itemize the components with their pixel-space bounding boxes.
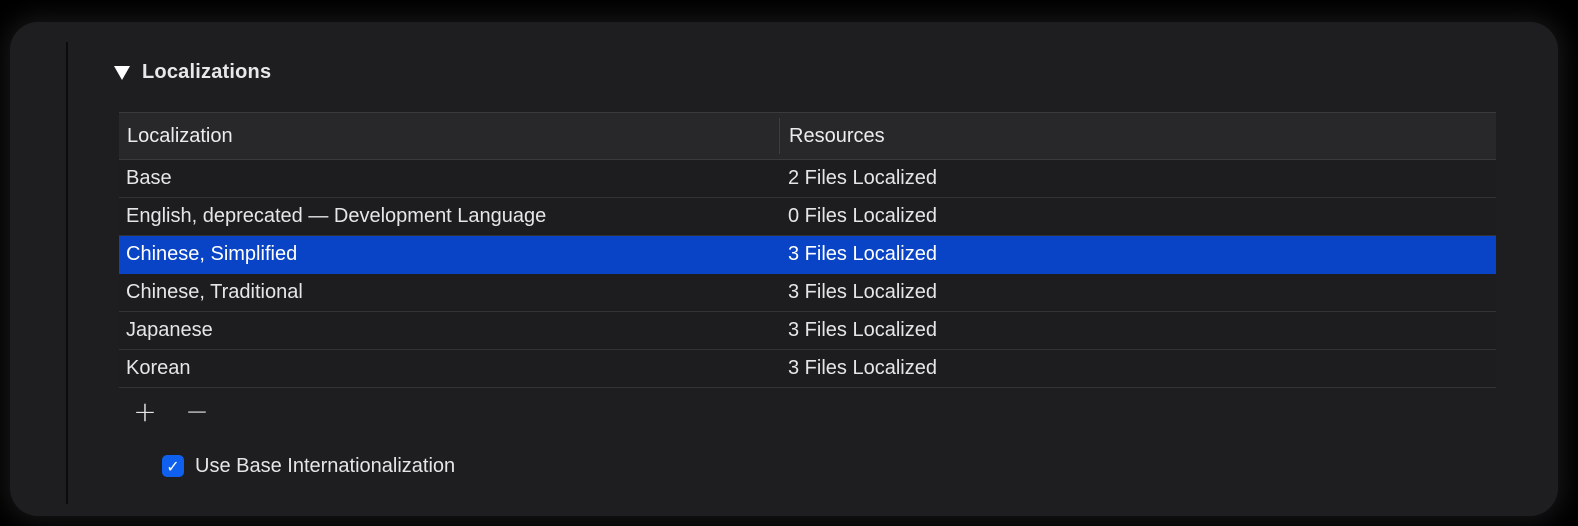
table-row[interactable]: Korean 3 Files Localized xyxy=(119,350,1496,388)
project-settings-window: Localizations Localization Resources Bas… xyxy=(10,22,1558,516)
sidebar-divider xyxy=(66,42,68,504)
resources-cell: 3 Files Localized xyxy=(788,357,937,379)
localization-cell: Japanese xyxy=(126,319,213,341)
resources-cell: 3 Files Localized xyxy=(788,319,937,341)
base-internationalization-option[interactable]: ✓ Use Base Internationalization xyxy=(162,453,455,479)
section-title: Localizations xyxy=(142,60,272,83)
localizations-table: Localization Resources Base 2 Files Loca… xyxy=(119,112,1496,388)
table-row-selected[interactable]: Chinese, Simplified 3 Files Localized xyxy=(119,236,1496,274)
remove-localization-button[interactable]: − xyxy=(182,395,212,428)
table-row[interactable]: English, deprecated — Development Langua… xyxy=(119,198,1496,236)
localization-cell: Chinese, Simplified xyxy=(126,243,298,265)
resources-cell: 3 Files Localized xyxy=(788,281,937,303)
resources-cell: 3 Files Localized xyxy=(788,243,937,265)
column-header-resources[interactable]: Resources xyxy=(780,113,885,159)
resources-cell: 0 Files Localized xyxy=(788,205,937,227)
localizations-section-header[interactable]: Localizations xyxy=(114,58,271,86)
table-row[interactable]: Base 2 Files Localized xyxy=(119,160,1496,198)
localization-cell: Korean xyxy=(126,357,191,379)
table-row[interactable]: Chinese, Traditional 3 Files Localized xyxy=(119,274,1496,312)
localization-cell: English, deprecated — Development Langua… xyxy=(126,205,547,227)
table-controls: + − xyxy=(130,395,212,428)
table-row[interactable]: Japanese 3 Files Localized xyxy=(119,312,1496,350)
table-header: Localization Resources xyxy=(119,112,1496,160)
localization-cell: Chinese, Traditional xyxy=(126,281,303,303)
resources-cell: 2 Files Localized xyxy=(788,167,937,189)
localization-cell: Base xyxy=(126,167,172,189)
add-localization-button[interactable]: + xyxy=(130,395,160,428)
checkbox-label: Use Base Internationalization xyxy=(195,454,456,477)
base-internationalization-checkbox[interactable]: ✓ xyxy=(162,455,184,477)
column-header-localization[interactable]: Localization xyxy=(119,118,780,154)
triangle-down-icon[interactable] xyxy=(114,66,130,80)
checkmark-icon: ✓ xyxy=(166,456,180,476)
